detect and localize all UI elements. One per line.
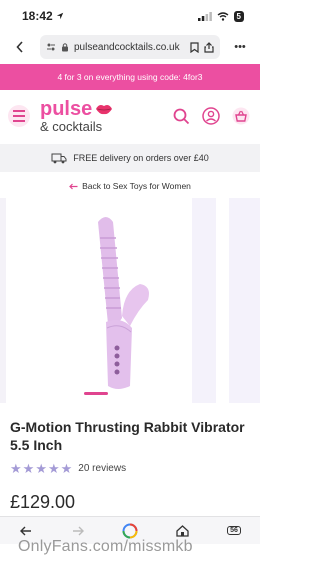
product-title: G-Motion Thrusting Rabbit Vibrator 5.5 I… — [10, 419, 245, 454]
url-field[interactable]: pulseandcocktails.co.uk — [40, 35, 220, 59]
star-icon: ★ — [22, 461, 35, 476]
site-header: pulse & cocktails — [0, 92, 260, 140]
more-options-icon[interactable]: ••• — [226, 35, 254, 59]
header-icons — [170, 105, 252, 127]
product-image[interactable] — [10, 198, 216, 403]
gallery-prev-slide[interactable] — [0, 198, 6, 403]
account-icon[interactable] — [200, 105, 222, 127]
url-text: pulseandcocktails.co.uk — [74, 41, 180, 53]
status-bar: 18:42 5 — [0, 0, 260, 32]
back-to-category-link[interactable]: Back to Sex Toys for Women — [0, 178, 260, 194]
promo-text: 4 for 3 on everything using code: 4for3 — [57, 72, 203, 82]
wifi-icon — [217, 11, 228, 21]
bookmark-icon[interactable] — [190, 41, 199, 53]
location-arrow-icon — [56, 12, 63, 20]
basket-icon[interactable] — [230, 105, 252, 127]
star-icon: ★ — [10, 461, 22, 476]
arrow-left-icon — [69, 183, 78, 189]
back-link-text: Back to Sex Toys for Women — [82, 181, 191, 191]
gallery-active-dot — [84, 392, 108, 395]
logo-sub-text: & cocktails — [40, 119, 103, 134]
search-icon[interactable] — [170, 105, 192, 127]
star-icon: ★ — [47, 461, 60, 476]
signal-icon — [197, 11, 212, 21]
menu-icon[interactable] — [8, 105, 30, 127]
rating-stars: ★ ★ ★ ★ ★ — [10, 462, 72, 475]
status-time-group: 18:42 — [22, 9, 64, 23]
gallery-next-slide[interactable] — [192, 198, 216, 403]
site-settings-icon[interactable] — [46, 42, 56, 52]
delivery-text: FREE delivery on orders over £40 — [73, 153, 209, 163]
lock-icon — [62, 43, 68, 52]
truck-icon — [51, 153, 67, 163]
share-icon[interactable] — [204, 41, 214, 53]
product-rating[interactable]: ★ ★ ★ ★ ★ 20 reviews — [10, 462, 126, 475]
status-time: 18:42 — [22, 9, 53, 23]
browser-address-bar: pulseandcocktails.co.uk ••• — [0, 33, 260, 61]
product-price: £129.00 — [10, 492, 76, 512]
chevron-left-icon[interactable] — [6, 35, 34, 59]
more-options-label: ••• — [234, 41, 246, 53]
gallery-next-slide-2[interactable] — [229, 198, 260, 403]
logo-main-text: pulse — [40, 98, 93, 120]
promo-banner[interactable]: 4 for 3 on everything using code: 4for3 — [0, 64, 260, 90]
vibrator-image — [98, 217, 149, 389]
product-gallery[interactable] — [0, 198, 260, 403]
watermark-text: OnlyFans.com/missmkb — [18, 538, 193, 555]
tab-count: 56 — [227, 526, 241, 535]
site-logo[interactable]: pulse & cocktails — [40, 99, 113, 133]
status-icons: 5 — [197, 10, 244, 22]
lips-icon — [96, 105, 113, 115]
reviews-count[interactable]: 20 reviews — [78, 463, 126, 474]
battery-icon: 5 — [233, 10, 244, 22]
delivery-banner: FREE delivery on orders over £40 — [0, 144, 260, 172]
star-icon: ★ — [35, 461, 47, 476]
star-icon: ★ — [60, 461, 73, 476]
